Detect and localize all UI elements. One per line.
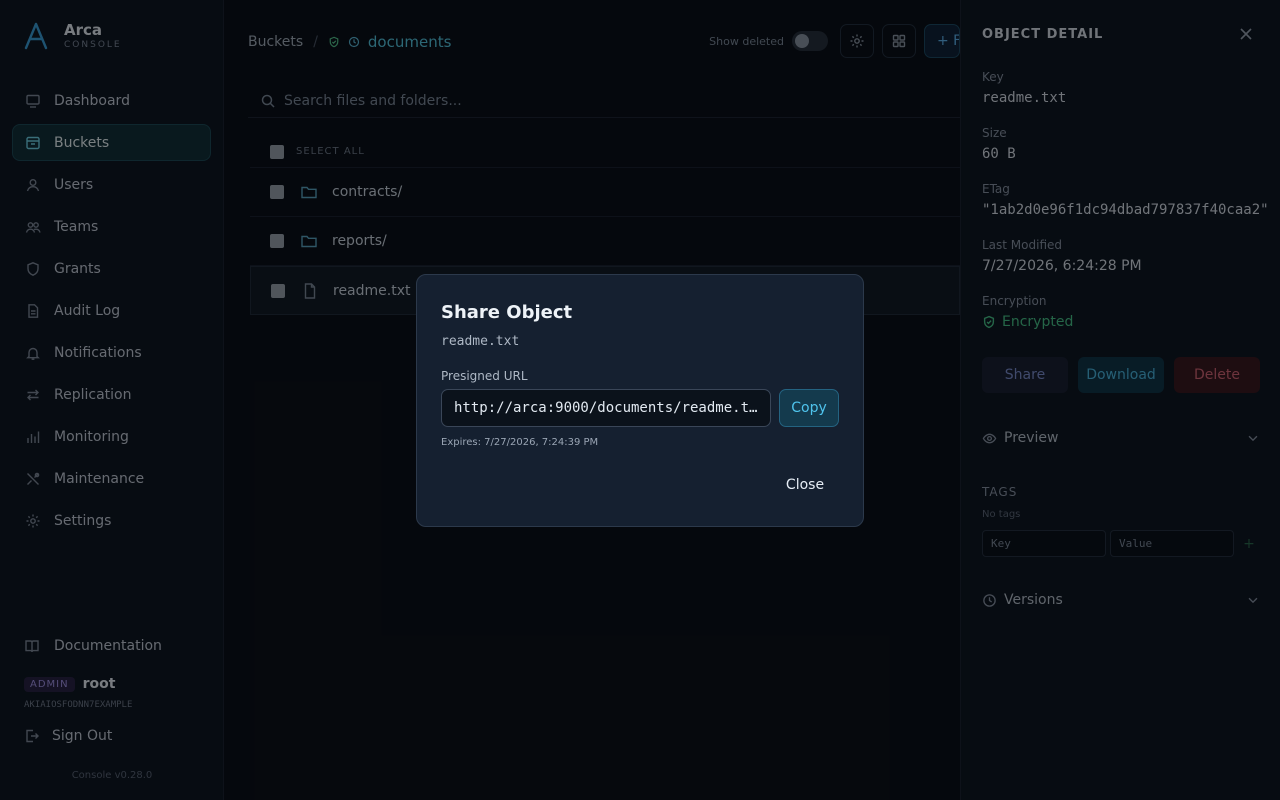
expiry-text: Expires: 7/27/2026, 7:24:39 PM <box>441 437 599 448</box>
share-object-dialog: Share Object readme.txt Presigned URL Co… <box>416 274 864 527</box>
copy-button[interactable]: Copy <box>779 389 839 427</box>
dialog-object-name: readme.txt <box>441 334 520 349</box>
close-button[interactable]: Close <box>773 468 837 502</box>
dialog-title: Share Object <box>441 302 573 323</box>
presigned-url-label: Presigned URL <box>441 369 528 383</box>
presigned-url-field[interactable] <box>441 389 771 427</box>
